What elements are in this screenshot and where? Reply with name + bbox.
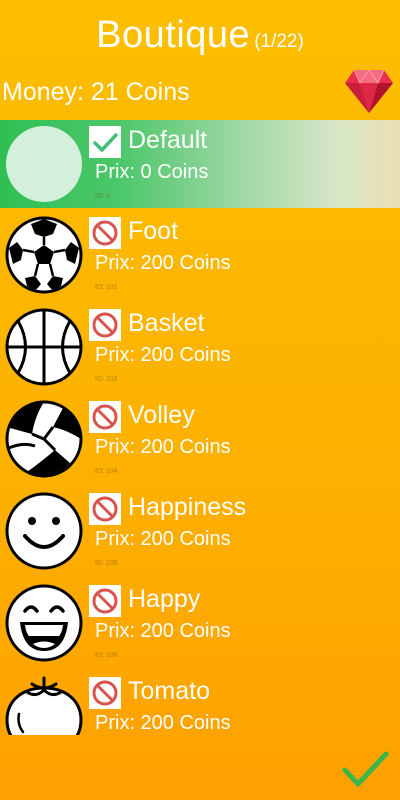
item-name: Happy — [128, 585, 201, 613]
item-price: Prix: 200 Coins — [95, 712, 231, 734]
ruby-gem-icon[interactable] — [344, 68, 394, 114]
shop-item-happiness[interactable]: Happiness Prix: 200 Coins ID: 105 — [0, 487, 400, 575]
item-name: Basket — [128, 309, 205, 337]
item-id: ID: 104 — [95, 468, 118, 475]
item-price: Prix: 200 Coins — [95, 620, 231, 642]
blocked-icon — [89, 677, 121, 709]
item-price: Prix: 200 Coins — [95, 252, 231, 274]
shop-item-volley[interactable]: Volley Prix: 200 Coins ID: 104 — [0, 395, 400, 483]
blocked-icon — [89, 309, 121, 341]
basketball-icon — [5, 308, 83, 386]
shop-item-default[interactable]: Default Prix: 0 Coins ID: 0 — [0, 120, 400, 208]
shop-item-foot[interactable]: Foot Prix: 200 Coins ID: 101 — [0, 211, 400, 299]
money-balance: Money: 21 Coins — [2, 78, 190, 106]
item-id: ID: 105 — [95, 560, 118, 567]
shop-title: Boutique — [96, 14, 251, 56]
tomato-icon — [5, 676, 83, 735]
item-id: ID: 0 — [95, 193, 110, 200]
blocked-icon — [89, 217, 121, 249]
soccer-ball-icon — [5, 216, 83, 294]
blocked-icon — [89, 585, 121, 617]
item-id: ID: 101 — [95, 284, 118, 291]
plain-ball-icon — [5, 125, 83, 203]
item-name: Default — [128, 126, 208, 154]
item-name: Foot — [128, 217, 179, 245]
smiley-face-icon — [5, 492, 83, 570]
grin-face-icon — [5, 584, 83, 662]
volleyball-icon — [5, 400, 83, 478]
item-name: Happiness — [128, 493, 247, 521]
shop-item-happy[interactable]: Happy Prix: 200 Coins ID: 106 — [0, 579, 400, 667]
shop-item-list[interactable]: Default Prix: 0 Coins ID: 0 Foot Prix: 2… — [0, 120, 400, 735]
item-name: Tomato — [128, 677, 210, 705]
shop-item-basket[interactable]: Basket Prix: 200 Coins ID: 102 — [0, 303, 400, 391]
confirm-check-icon[interactable] — [340, 748, 390, 790]
item-price: Prix: 200 Coins — [95, 344, 231, 366]
item-id: ID: 106 — [95, 652, 118, 659]
item-name: Volley — [128, 401, 195, 429]
shop-item-tomato[interactable]: Tomato Prix: 200 Coins — [0, 671, 400, 735]
item-id: ID: 102 — [95, 376, 118, 383]
item-price: Prix: 0 Coins — [95, 161, 209, 183]
checkmark-icon — [89, 126, 121, 158]
item-price: Prix: 200 Coins — [95, 528, 231, 550]
item-price: Prix: 200 Coins — [95, 436, 231, 458]
page-indicator: (1/22) — [254, 31, 304, 52]
shop-header: Boutique (1/22) Money: 21 Coins — [0, 0, 400, 120]
blocked-icon — [89, 493, 121, 525]
page-title: Boutique (1/22) — [0, 14, 400, 57]
blocked-icon — [89, 401, 121, 433]
